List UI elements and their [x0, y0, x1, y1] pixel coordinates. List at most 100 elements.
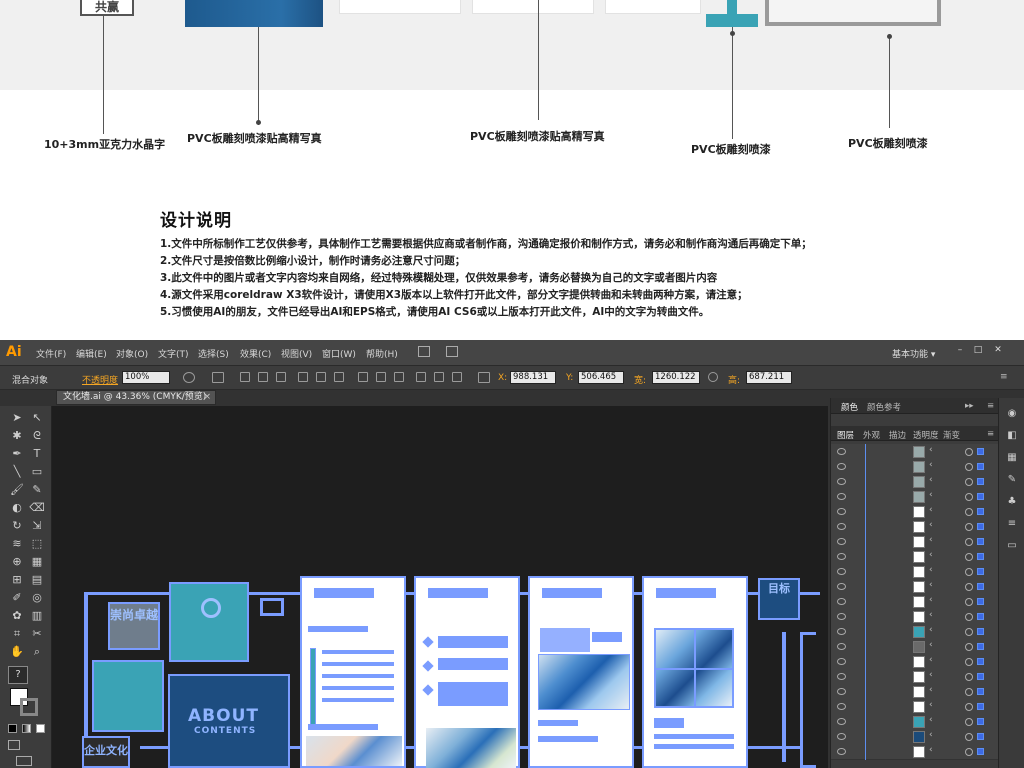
eraser-tool-icon[interactable]: ⌫	[28, 500, 46, 516]
menu-edit[interactable]: 编辑(E)	[76, 347, 107, 360]
visibility-eye-icon[interactable]	[837, 748, 846, 755]
layer-target-icon[interactable]	[965, 568, 973, 576]
layer-expand-icon[interactable]: ‹	[929, 745, 933, 755]
visibility-eye-icon[interactable]	[837, 493, 846, 500]
tab-layers[interactable]: 图层	[837, 429, 854, 441]
artboard-canvas[interactable]: 崇尚卓越 ABOUT CONTENTS 企业文化 目标	[52, 406, 828, 768]
rectangle-tool-icon[interactable]: ▭	[28, 464, 46, 480]
layer-row[interactable]: ‹	[831, 549, 999, 565]
eyedropper-tool-icon[interactable]: ✐	[8, 590, 26, 606]
layer-target-icon[interactable]	[965, 478, 973, 486]
layer-selection-indicator[interactable]	[977, 523, 984, 530]
layer-selection-indicator[interactable]	[977, 568, 984, 575]
brushes-panel-icon[interactable]: ✎	[1004, 474, 1020, 488]
perspective-grid-tool-icon[interactable]: ▦	[28, 554, 46, 570]
layer-row[interactable]: ‹	[831, 594, 999, 610]
content-panel-1[interactable]	[300, 576, 406, 768]
document-tab-close[interactable]: ×	[203, 391, 211, 404]
layer-row[interactable]: ‹	[831, 729, 999, 745]
selection-tool-icon[interactable]: ➤	[8, 410, 26, 426]
reference-point-icon[interactable]	[478, 372, 490, 383]
color-guide-panel-icon[interactable]: ◧	[1004, 430, 1020, 444]
layer-selection-indicator[interactable]	[977, 718, 984, 725]
layer-target-icon[interactable]	[965, 688, 973, 696]
layer-row[interactable]: ‹	[831, 684, 999, 700]
tab-stroke[interactable]: 描边	[889, 429, 906, 441]
menu-help[interactable]: 帮助(H)	[366, 347, 398, 360]
layer-row[interactable]: ‹	[831, 504, 999, 520]
layer-target-icon[interactable]	[965, 523, 973, 531]
distribute-vcenter-icon[interactable]	[376, 372, 386, 382]
layer-target-icon[interactable]	[965, 448, 973, 456]
layer-selection-indicator[interactable]	[977, 643, 984, 650]
layer-target-icon[interactable]	[965, 718, 973, 726]
layer-target-icon[interactable]	[965, 463, 973, 471]
collapse-panel-icon[interactable]: ▸▸	[965, 401, 974, 411]
maximize-button[interactable]: □	[970, 343, 986, 357]
layer-expand-icon[interactable]: ‹	[929, 670, 933, 680]
visibility-eye-icon[interactable]	[837, 598, 846, 605]
visibility-eye-icon[interactable]	[837, 658, 846, 665]
opacity-link[interactable]: 不透明度	[82, 373, 118, 386]
layer-row[interactable]: ‹	[831, 519, 999, 535]
panel-menu-icon[interactable]: ≡	[987, 401, 994, 411]
y-input[interactable]: 506.465	[578, 371, 624, 384]
gradient-panel-icon[interactable]: ▭	[1004, 540, 1020, 554]
lasso-tool-icon[interactable]: ᘓ	[28, 428, 46, 444]
layer-target-icon[interactable]	[965, 703, 973, 711]
draw-mode-icon[interactable]	[8, 740, 20, 750]
color-mode-icon[interactable]	[8, 724, 17, 733]
pencil-tool-icon[interactable]: ✎	[28, 482, 46, 498]
tab-appearance[interactable]: 外观	[863, 429, 880, 441]
distribute-right-icon[interactable]	[452, 372, 462, 382]
align-vcenter-icon[interactable]	[316, 372, 326, 382]
content-panel-2[interactable]	[414, 576, 520, 768]
scale-tool-icon[interactable]: ⇲	[28, 518, 46, 534]
layer-expand-icon[interactable]: ‹	[929, 655, 933, 665]
layer-row[interactable]: ‹	[831, 564, 999, 580]
layer-row[interactable]: ‹	[831, 744, 999, 760]
constrain-proportions-icon[interactable]	[708, 372, 718, 382]
menu-window[interactable]: 窗口(W)	[322, 347, 356, 360]
align-top-icon[interactable]	[298, 372, 308, 382]
layer-expand-icon[interactable]: ‹	[929, 535, 933, 545]
layer-selection-indicator[interactable]	[977, 628, 984, 635]
visibility-eye-icon[interactable]	[837, 688, 846, 695]
visibility-eye-icon[interactable]	[837, 448, 846, 455]
visibility-eye-icon[interactable]	[837, 478, 846, 485]
layer-selection-indicator[interactable]	[977, 583, 984, 590]
layer-expand-icon[interactable]: ‹	[929, 610, 933, 620]
layer-selection-indicator[interactable]	[977, 448, 984, 455]
hand-tool-icon[interactable]: ✋	[8, 644, 26, 660]
layer-target-icon[interactable]	[965, 583, 973, 591]
align-bottom-icon[interactable]	[334, 372, 344, 382]
layer-expand-icon[interactable]: ‹	[929, 460, 933, 470]
mesh-tool-icon[interactable]: ⊞	[8, 572, 26, 588]
menu-object[interactable]: 对象(O)	[116, 347, 148, 360]
layer-expand-icon[interactable]: ‹	[929, 580, 933, 590]
rotate-tool-icon[interactable]: ↻	[8, 518, 26, 534]
layer-target-icon[interactable]	[965, 643, 973, 651]
gradient-mode-icon[interactable]	[22, 724, 31, 733]
sign-left-dark[interactable]: 崇尚卓越	[108, 602, 160, 650]
recolor-icon[interactable]	[183, 372, 195, 383]
layer-selection-indicator[interactable]	[977, 658, 984, 665]
layer-expand-icon[interactable]: ‹	[929, 550, 933, 560]
tab-color[interactable]: 颜色	[841, 401, 858, 413]
layer-row[interactable]: ‹	[831, 699, 999, 715]
artboard-tool-icon[interactable]: ⌗	[8, 626, 26, 642]
layer-expand-icon[interactable]: ‹	[929, 490, 933, 500]
layer-row[interactable]: ‹	[831, 609, 999, 625]
visibility-eye-icon[interactable]	[837, 718, 846, 725]
content-panel-3[interactable]	[528, 576, 634, 768]
zoom-tool-icon[interactable]: ⌕	[28, 644, 46, 660]
distribute-left-icon[interactable]	[416, 372, 426, 382]
width-tool-icon[interactable]: ≋	[8, 536, 26, 552]
visibility-eye-icon[interactable]	[837, 553, 846, 560]
visibility-eye-icon[interactable]	[837, 733, 846, 740]
visibility-eye-icon[interactable]	[837, 568, 846, 575]
layer-selection-indicator[interactable]	[977, 613, 984, 620]
menu-type[interactable]: 文字(T)	[158, 347, 189, 360]
sign-logo-teal[interactable]	[169, 582, 249, 662]
none-mode-icon[interactable]	[36, 724, 45, 733]
